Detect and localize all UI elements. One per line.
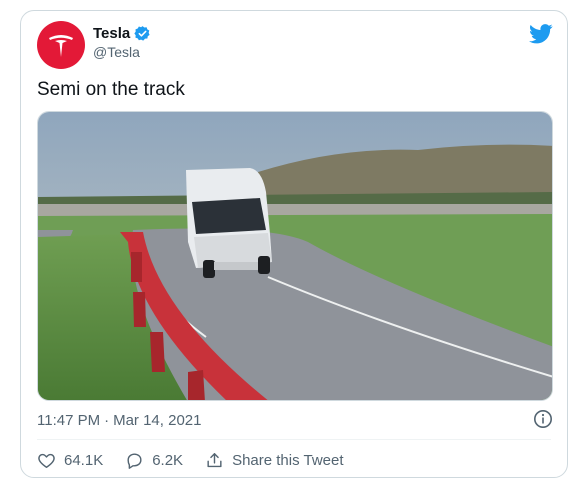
share-button[interactable]: Share this Tweet [205, 451, 344, 470]
reply-bubble-icon [127, 453, 142, 469]
tweet-text: Semi on the track [37, 79, 185, 100]
tweet-video[interactable] [37, 111, 553, 401]
reply-button[interactable]: 6.2K [125, 451, 183, 470]
tweet-timestamp[interactable]: 11:47 PM · Mar 14, 2021 [37, 412, 201, 429]
semi-truck [186, 168, 272, 278]
heart-icon [38, 453, 55, 468]
tweet-card[interactable]: Tesla @Tesla Semi on the track 11:47 PM … [20, 10, 568, 478]
tweet-time: 11:47 PM [37, 412, 101, 429]
reply-count: 6.2K [152, 452, 184, 469]
verified-badge-icon [134, 26, 150, 41]
divider [37, 439, 551, 440]
author-name[interactable]: Tesla [93, 25, 130, 42]
video-frame [38, 112, 552, 400]
author-handle[interactable]: @Tesla [93, 44, 140, 60]
tweet-actions: 64.1K 6.2K Share this Tweet [37, 451, 344, 470]
tweet-date: Mar 14, 2021 [113, 412, 202, 429]
avatar[interactable] [37, 21, 85, 69]
like-button[interactable]: 64.1K [37, 451, 103, 470]
twitter-bird-icon[interactable] [529, 23, 553, 45]
share-label: Share this Tweet [232, 452, 344, 469]
tesla-logo-icon [49, 35, 73, 57]
info-icon[interactable] [533, 409, 553, 429]
like-count: 64.1K [64, 452, 104, 469]
share-icon [207, 453, 222, 468]
timestamp-separator: · [104, 412, 110, 429]
